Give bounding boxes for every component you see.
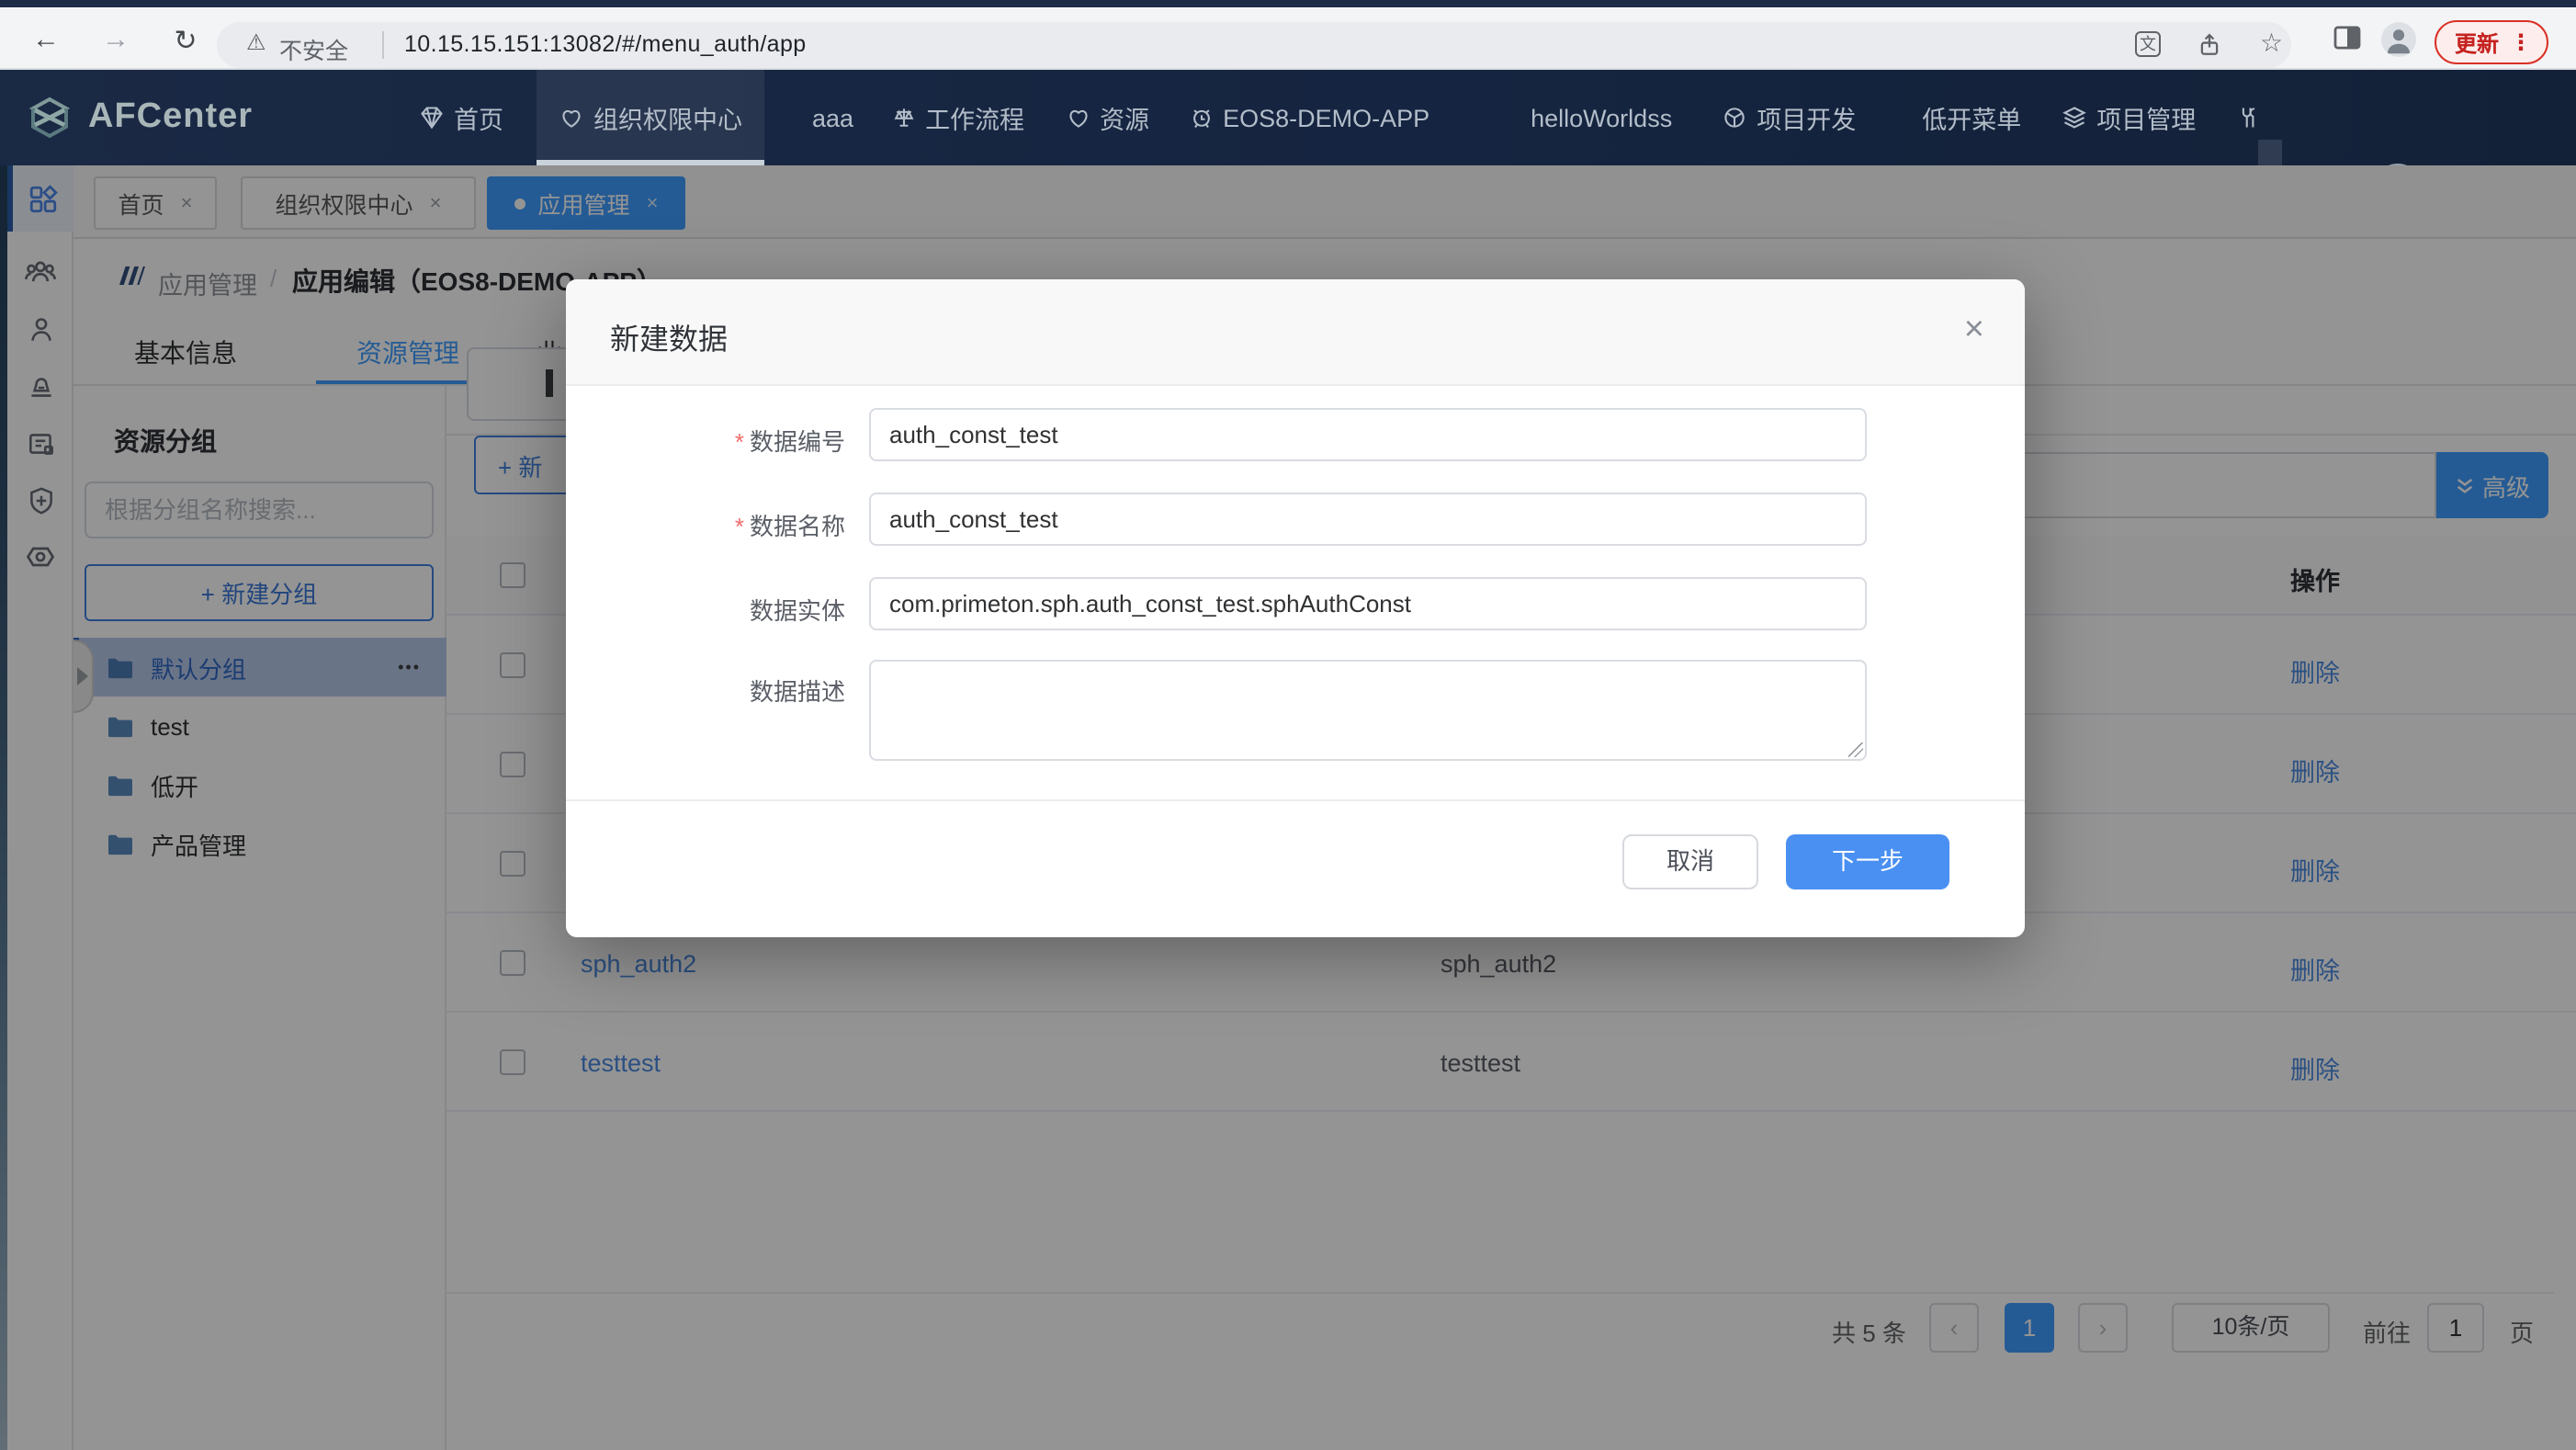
update-label: 更新 bbox=[2455, 27, 2499, 58]
side-panel-icon[interactable] bbox=[2333, 26, 2361, 59]
data-description-textarea[interactable] bbox=[869, 660, 1867, 761]
app-navbar: AFCenter 首页 组织权限中心 aaa 工作流程 资源 bbox=[0, 70, 2576, 165]
data-name-input[interactable] bbox=[869, 493, 1867, 546]
resize-handle-icon[interactable] bbox=[1848, 742, 1863, 757]
nav-item-workflow[interactable]: 工作流程 bbox=[879, 70, 1035, 165]
dialog-title: 新建数据 bbox=[610, 314, 728, 358]
forward-arrow-icon[interactable]: → bbox=[96, 24, 136, 55]
profile-avatar[interactable] bbox=[2381, 22, 2416, 57]
share-icon[interactable] bbox=[2198, 33, 2221, 66]
new-data-dialog: 新建数据 × *数据编号 *数据名称 数据实体 数据描述 取消 下一步 bbox=[566, 279, 2025, 937]
nav-item-master-data[interactable]: 主数据管理 bbox=[2225, 70, 2258, 165]
heart-icon bbox=[1065, 105, 1090, 130]
close-icon[interactable]: × bbox=[1964, 312, 1984, 347]
required-mark: * bbox=[735, 513, 744, 540]
field-label-name: *数据名称 bbox=[625, 507, 845, 542]
tools-icon bbox=[2236, 105, 2258, 130]
field-label-code: *数据编号 bbox=[625, 423, 845, 458]
warning-icon: ⚠ bbox=[246, 29, 266, 55]
scale-icon bbox=[890, 105, 916, 130]
divider bbox=[382, 31, 384, 59]
window-top-edge bbox=[0, 0, 2576, 7]
gem-icon bbox=[419, 105, 445, 130]
nav-item-home[interactable]: 首页 bbox=[408, 70, 514, 165]
next-step-button[interactable]: 下一步 bbox=[1786, 834, 1949, 889]
nav-item-helloworldss[interactable]: helloWorldss bbox=[1520, 70, 1683, 165]
nav-item-project-dev[interactable]: 项目开发 bbox=[1711, 70, 1867, 165]
afcenter-logo-icon bbox=[26, 94, 73, 142]
field-label-entity: 数据实体 bbox=[625, 592, 845, 627]
nav-item-org-auth-center[interactable]: 组织权限中心 bbox=[537, 70, 764, 165]
app-logo-text: AFCenter bbox=[88, 97, 253, 138]
back-arrow-icon[interactable]: ← bbox=[26, 24, 66, 55]
layers-icon bbox=[2062, 105, 2087, 130]
nav-item-resource[interactable]: 资源 bbox=[1054, 70, 1160, 165]
dialog-footer-divider bbox=[566, 799, 2025, 801]
field-label-description: 数据描述 bbox=[625, 673, 845, 708]
data-entity-input[interactable] bbox=[869, 577, 1867, 630]
app-logo: AFCenter bbox=[26, 94, 253, 142]
data-code-input[interactable] bbox=[869, 408, 1867, 461]
address-bar[interactable]: ⚠ 不安全 10.15.15.151:13082/#/menu_auth/app… bbox=[217, 22, 2291, 68]
dialog-header: 新建数据 × bbox=[566, 279, 2025, 386]
screen: ← → ↻ ⚠ 不安全 10.15.15.151:13082/#/menu_au… bbox=[0, 0, 2576, 1450]
heart-icon bbox=[559, 105, 584, 130]
required-mark: * bbox=[735, 428, 744, 456]
nav-item-lowcode-menu[interactable]: 低开菜单 bbox=[1911, 70, 2032, 165]
nav-menu: 首页 组织权限中心 aaa 工作流程 资源 EOS8-DEMO-APP bbox=[408, 70, 2258, 165]
more-menu-icon[interactable]: ⋮ bbox=[2510, 29, 2532, 55]
nav-item-project-mgmt[interactable]: 项目管理 bbox=[2051, 70, 2207, 165]
cancel-button[interactable]: 取消 bbox=[1622, 834, 1758, 889]
update-button[interactable]: 更新 ⋮ bbox=[2435, 20, 2548, 64]
nav-item-eos8-demo-app[interactable]: EOS8-DEMO-APP bbox=[1177, 70, 1441, 165]
nav-item-aaa[interactable]: aaa bbox=[801, 70, 864, 165]
star-bookmark-icon[interactable]: ☆ bbox=[2260, 28, 2283, 59]
security-label: 不安全 bbox=[279, 31, 348, 66]
alarm-icon bbox=[1188, 105, 1214, 130]
translate-icon[interactable]: 文 bbox=[2135, 31, 2161, 57]
refresh-icon[interactable]: ↻ bbox=[165, 24, 206, 57]
compass-icon bbox=[1722, 105, 1747, 130]
url-text: 10.15.15.151:13082/#/menu_auth/app bbox=[404, 31, 807, 57]
browser-toolbar: ← → ↻ ⚠ 不安全 10.15.15.151:13082/#/menu_au… bbox=[0, 7, 2576, 70]
